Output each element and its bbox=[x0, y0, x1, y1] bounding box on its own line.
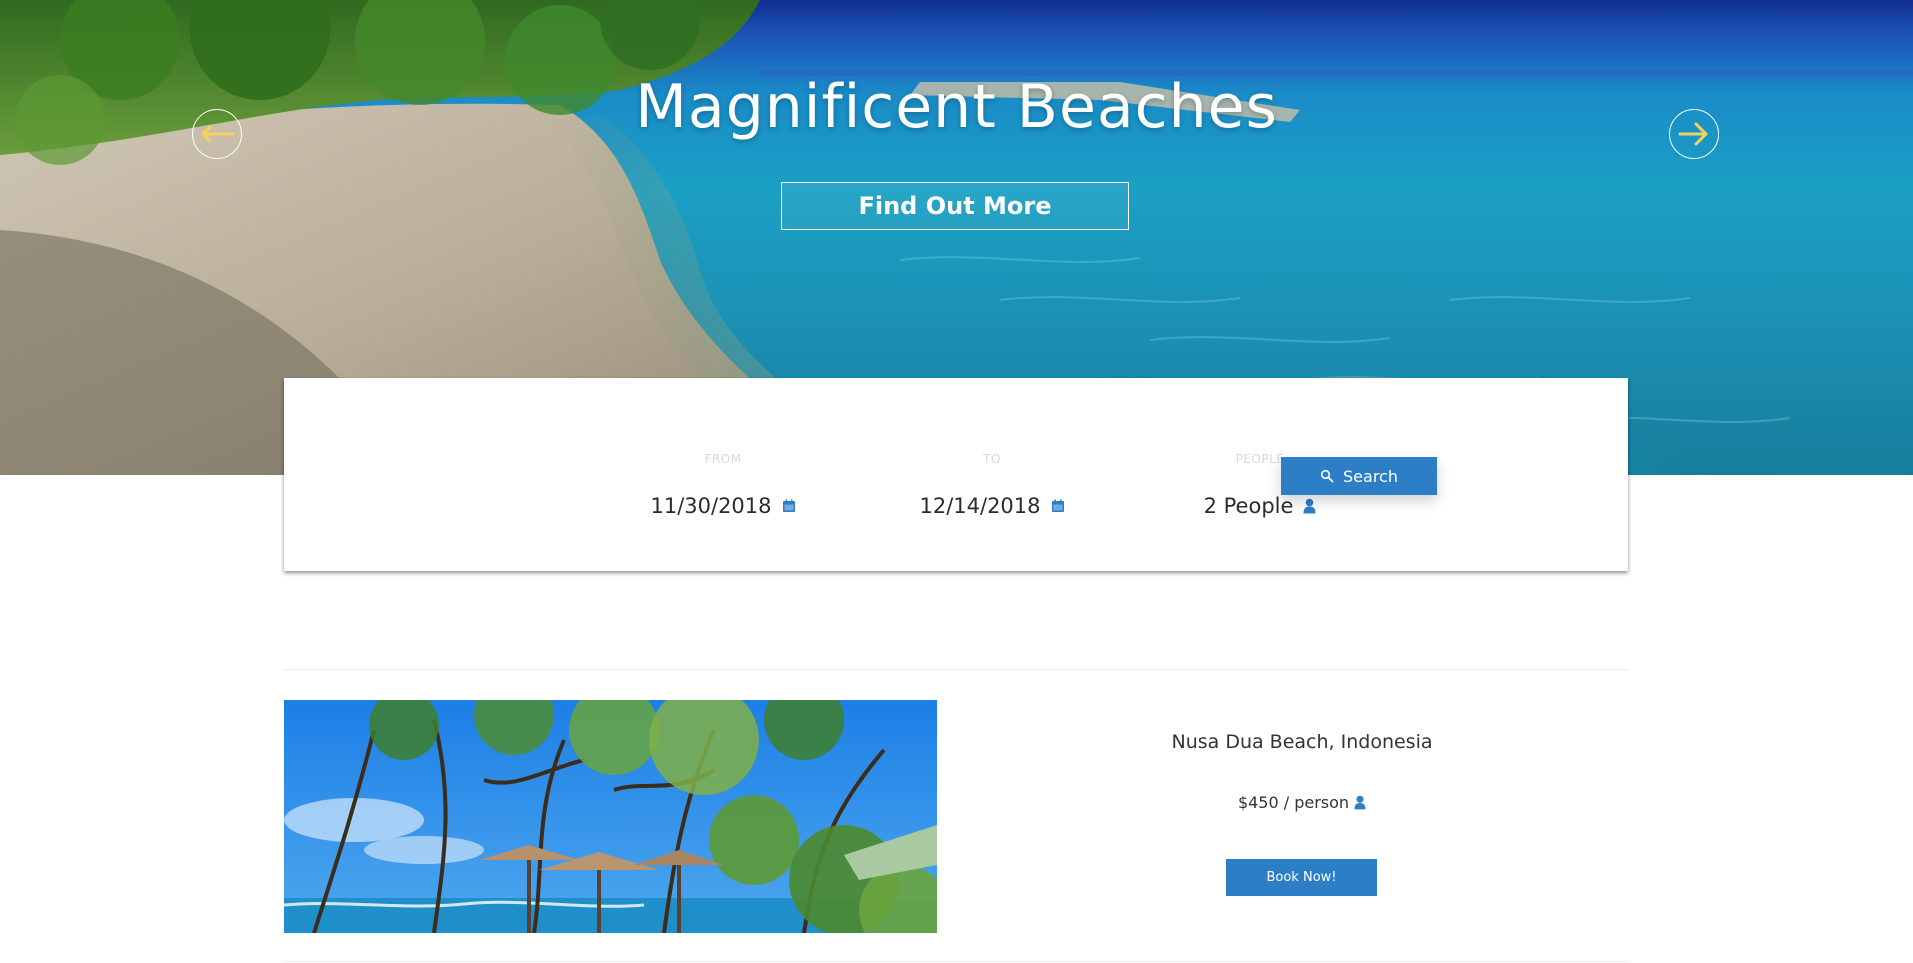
person-icon bbox=[1303, 498, 1316, 514]
listing-photo bbox=[284, 700, 937, 933]
listing-price: $450 / person bbox=[1102, 793, 1502, 812]
to-date-value[interactable]: 12/14/2018 bbox=[919, 494, 1040, 518]
arrow-left-icon bbox=[201, 125, 235, 143]
people-value[interactable]: 2 People bbox=[1204, 494, 1294, 518]
slider-prev-button[interactable] bbox=[192, 109, 242, 159]
search-button-label: Search bbox=[1343, 466, 1398, 486]
search-icon bbox=[1320, 469, 1334, 483]
hero-title: Magnificent Beaches bbox=[635, 72, 1278, 142]
listing-title: Nusa Dua Beach, Indonesia bbox=[1171, 731, 1433, 753]
arrow-right-icon bbox=[1678, 122, 1708, 146]
listing-image[interactable] bbox=[284, 700, 937, 933]
booking-search-panel: FROM 11/30/2018 TO 12/14/2018 PEOPLE 2 P… bbox=[284, 378, 1628, 571]
to-label: TO bbox=[983, 452, 1001, 466]
find-out-more-button[interactable]: Find Out More bbox=[781, 182, 1129, 230]
from-date-value[interactable]: 11/30/2018 bbox=[650, 494, 771, 518]
search-button[interactable]: Search bbox=[1281, 457, 1437, 495]
calendar-icon[interactable] bbox=[782, 499, 796, 513]
person-icon bbox=[1354, 795, 1366, 810]
calendar-icon[interactable] bbox=[1051, 499, 1065, 513]
section-divider bbox=[284, 669, 1628, 670]
section-divider bbox=[284, 961, 1628, 962]
from-label: FROM bbox=[704, 452, 742, 466]
listing-price-text: $450 / person bbox=[1237, 793, 1350, 812]
book-now-button[interactable]: Book Now! bbox=[1226, 859, 1377, 896]
slider-next-button[interactable] bbox=[1669, 109, 1719, 159]
